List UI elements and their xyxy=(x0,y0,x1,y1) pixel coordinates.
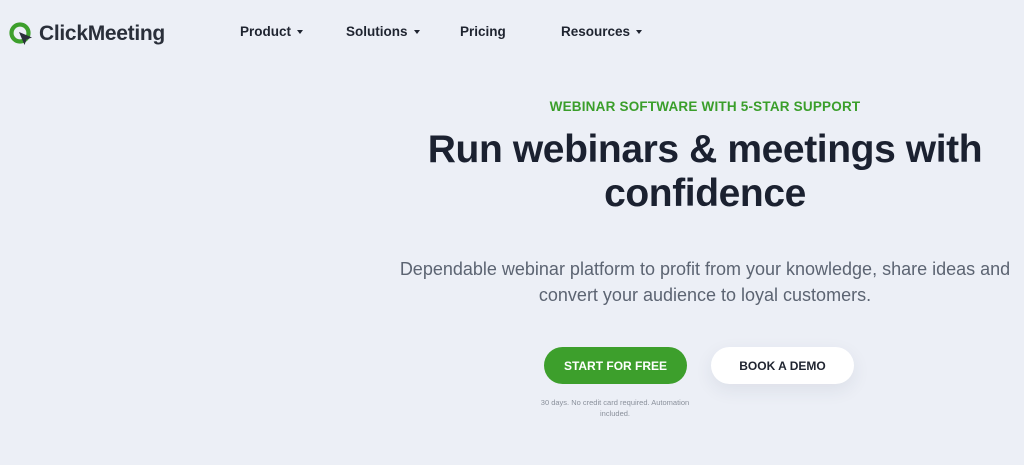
site-header: ClickMeeting Product Solutions Pricing R… xyxy=(0,0,1024,64)
logo[interactable]: ClickMeeting xyxy=(8,20,165,48)
hero-headline: Run webinars & meetings with confidence xyxy=(427,128,983,215)
clickmeeting-logo-icon xyxy=(9,22,32,45)
nav-item-product[interactable]: Product xyxy=(240,22,304,40)
trial-fineprint: 30 days. No credit card required. Automa… xyxy=(540,398,690,418)
caret-down-icon xyxy=(413,29,420,34)
nav-item-solutions[interactable]: Solutions xyxy=(346,22,420,40)
nav-item-resources[interactable]: Resources xyxy=(561,22,643,40)
nav-item-label: Resources xyxy=(561,23,631,39)
hero-subhead: Dependable webinar platform to profit fr… xyxy=(399,259,1011,305)
nav-item-label: Solutions xyxy=(346,23,408,39)
nav-item-label: Pricing xyxy=(460,23,506,39)
nav-item-pricing[interactable]: Pricing xyxy=(460,22,506,40)
hero-eyebrow: WEBINAR SOFTWARE WITH 5-STAR SUPPORT xyxy=(549,99,861,114)
start-for-free-button[interactable]: START FOR FREE xyxy=(544,347,687,384)
caret-down-icon xyxy=(636,29,643,34)
caret-down-icon xyxy=(297,29,304,34)
book-a-demo-button[interactable]: BOOK A DEMO xyxy=(711,347,854,384)
nav-item-label: Product xyxy=(240,23,292,39)
logo-text: ClickMeeting xyxy=(39,22,165,45)
